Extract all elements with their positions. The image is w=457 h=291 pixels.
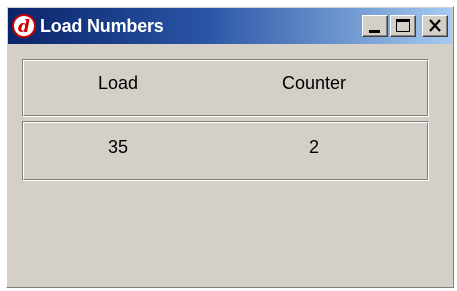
table-header: Load Counter [22, 59, 429, 117]
close-button[interactable] [422, 15, 448, 37]
maximize-icon [396, 19, 410, 32]
app-logo-icon[interactable]: d [12, 14, 36, 38]
window-title: Load Numbers [40, 16, 164, 36]
minimize-icon [369, 30, 380, 33]
header-counter: Counter [281, 73, 347, 93]
table-row: 35 2 [22, 121, 429, 181]
load-numbers-window: d Load Numbers Load Counter 35 2 [6, 6, 454, 288]
maximize-button[interactable] [390, 15, 416, 37]
cell-counter-value: 2 [308, 137, 319, 157]
minimize-button[interactable] [362, 15, 388, 37]
cell-load-value: 35 [107, 137, 129, 157]
title-bar[interactable]: d Load Numbers [8, 8, 452, 44]
header-load: Load [97, 73, 139, 93]
svg-text:d: d [18, 17, 30, 37]
close-icon [429, 19, 441, 32]
